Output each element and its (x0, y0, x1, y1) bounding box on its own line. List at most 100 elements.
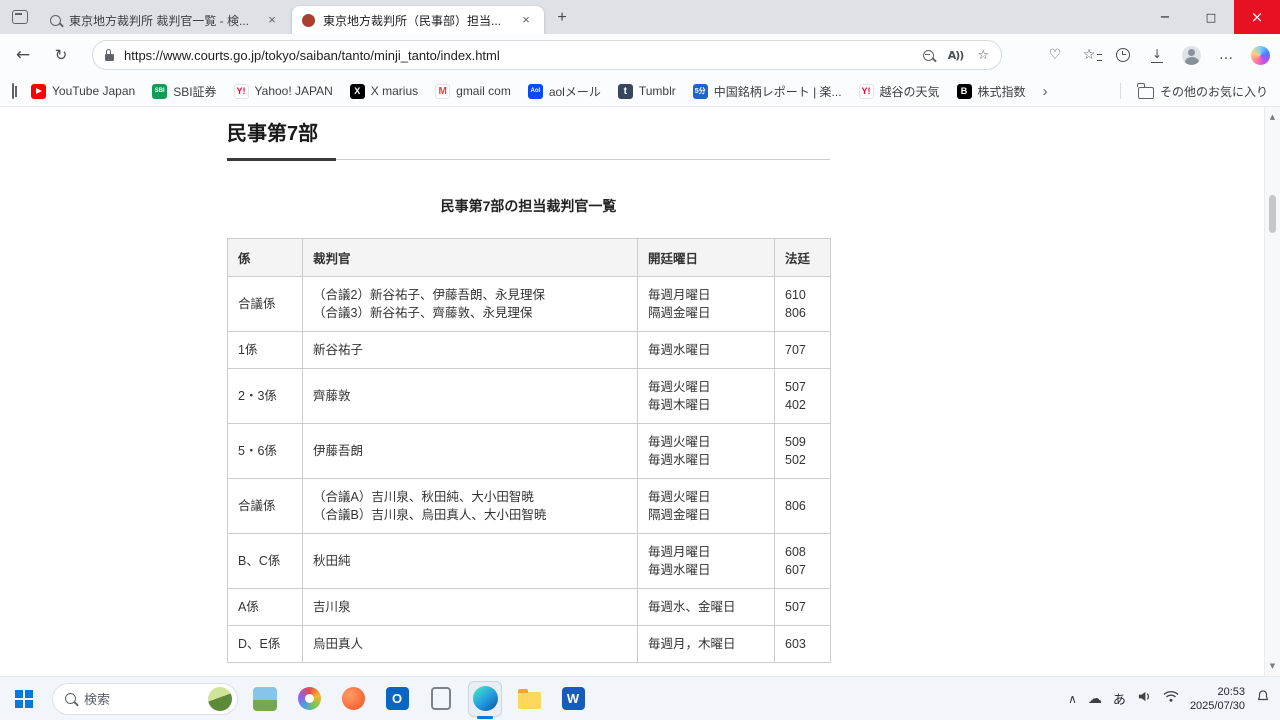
cell-judges: （合議2）新谷祐子、伊藤吾朗、永見理保 （合議3）新谷祐子、齊藤敦、永見理保 (302, 276, 638, 332)
zoom-icon[interactable] (922, 49, 934, 61)
close-button[interactable]: × (1234, 0, 1280, 34)
cell-judges: 伊藤吾朗 (302, 423, 638, 479)
youtube-icon (31, 83, 46, 99)
courts-favicon-icon (302, 13, 315, 27)
running-indicator (477, 715, 493, 719)
scrollbar-up-arrow[interactable]: ▲ (1265, 109, 1280, 125)
browser-essentials-icon[interactable]: ♡ (1046, 47, 1064, 63)
favorite-stock-index[interactable]: B 株式指数 (956, 83, 1026, 100)
volume-icon[interactable] (1137, 689, 1152, 709)
cell-courtroom: 603 (774, 625, 831, 663)
cell-days: 毎週月曜日 毎週水曜日 (637, 533, 775, 589)
copilot-gradient-icon (1251, 45, 1270, 65)
taskbar-search-box[interactable]: 検索 (52, 682, 238, 715)
table-row: A係 吉川泉 毎週水、金曜日 507 (227, 588, 831, 626)
favorites-hub-icon[interactable]: ☆ (1080, 47, 1102, 63)
lock-icon[interactable] (105, 48, 114, 61)
cell-section: 2・3係 (227, 368, 303, 424)
favorite-label: gmail com (456, 84, 511, 98)
taskbar-edge-button[interactable] (468, 680, 502, 719)
maximize-button[interactable]: □ (1188, 0, 1234, 34)
history-icon[interactable] (1114, 48, 1132, 62)
other-favorites-label: その他のお気に入り (1159, 84, 1268, 99)
taskbar-word-button[interactable]: W (556, 681, 590, 717)
new-tab-button[interactable]: + (552, 8, 572, 28)
search-highlight-image[interactable] (208, 686, 232, 711)
favorites-bar: YouTube Japan SBI SBI証券 Y! Yahoo! JAPAN … (0, 76, 1280, 107)
cell-section: 合議係 (227, 478, 303, 534)
favorite-china-report[interactable]: 5分 中国銘柄レポート | 楽... (692, 83, 842, 100)
scrollbar-thumb[interactable] (1269, 195, 1276, 233)
taskbar-clock[interactable]: 20:53 2025/07/30 (1190, 685, 1245, 713)
tumblr-icon: t (617, 83, 633, 99)
navigation-toolbar: ← ↻ https://www.courts.go.jp/tokyo/saiba… (0, 34, 1280, 76)
settings-menu-icon[interactable]: … (1217, 47, 1235, 63)
back-button[interactable]: ← (8, 41, 38, 69)
favorite-x[interactable]: X X marius (349, 83, 418, 99)
word-icon: W (561, 687, 585, 710)
clock-icon (1116, 48, 1130, 62)
taskbar-photos-button[interactable] (292, 681, 326, 717)
favorite-tumblr[interactable]: t Tumblr (617, 83, 676, 99)
judges-table: 係 裁判官 開廷曜日 法廷 合議係 （合議2）新谷祐子、伊藤吾朗、永見理保 （合議… (227, 238, 831, 663)
sidebar-toggle-button[interactable] (12, 83, 14, 99)
vertical-scrollbar[interactable]: ▲ ▼ (1264, 107, 1280, 676)
taskbar-outlook-button[interactable]: O (380, 681, 414, 717)
favorites-overflow-chevron-icon[interactable]: › (1043, 83, 1048, 100)
tab-courts-page[interactable]: 東京地方裁判所（民事部）担当... × (292, 6, 544, 34)
favorite-koshigaya-weather[interactable]: Y! 越谷の天気 (858, 83, 940, 100)
cell-judges: 烏田真人 (302, 625, 638, 663)
downloads-icon[interactable]: ↓ (1148, 47, 1166, 63)
cell-courtroom: 509 502 (774, 423, 831, 479)
url-text[interactable]: https://www.courts.go.jp/tokyo/saiban/ta… (124, 48, 913, 63)
favorite-yahoo-japan[interactable]: Y! Yahoo! JAPAN (233, 83, 333, 99)
taskbar-paint-button[interactable] (336, 681, 370, 717)
favorite-youtube[interactable]: YouTube Japan (31, 83, 135, 99)
favorite-star-icon[interactable]: ☆ (977, 48, 989, 63)
minimize-button[interactable]: − (1142, 0, 1188, 34)
taskbar-widgets-button[interactable] (248, 681, 282, 717)
refresh-button[interactable]: ↻ (46, 41, 76, 69)
tab-actions-button[interactable] (10, 9, 30, 25)
col-header-courtroom: 法廷 (774, 238, 831, 277)
file-explorer-icon (517, 688, 541, 709)
favorite-gmail[interactable]: M gmail com (435, 83, 511, 99)
favorite-aol-mail[interactable]: Aol aolメール (527, 83, 601, 100)
cell-judges: 新谷祐子 (302, 331, 638, 369)
profile-avatar[interactable] (1182, 45, 1201, 65)
onedrive-cloud-icon[interactable]: ☁ (1088, 691, 1102, 707)
favorite-sbi[interactable]: SBI SBI証券 (152, 83, 217, 100)
cell-days: 毎週火曜日 隔週金曜日 (637, 478, 775, 534)
favorite-label: 越谷の天気 (879, 84, 940, 99)
copilot-icon[interactable] (1251, 45, 1270, 65)
taskbar-phone-link-button[interactable] (424, 681, 458, 717)
address-bar[interactable]: https://www.courts.go.jp/tokyo/saiban/ta… (92, 40, 1002, 70)
favorite-label: Tumblr (638, 84, 676, 98)
cell-days: 毎週火曜日 毎週木曜日 (637, 368, 775, 424)
clock-date: 2025/07/30 (1189, 699, 1245, 712)
tab-close-icon[interactable]: × (518, 12, 534, 28)
network-wifi-icon[interactable] (1163, 690, 1179, 708)
read-aloud-icon[interactable]: A)) (948, 49, 965, 62)
tab-search-results[interactable]: 東京地方裁判所 裁判官一覧 - 検... × (40, 6, 290, 34)
table-row: D、E係 烏田真人 毎週月，木曜日 603 (227, 625, 831, 663)
system-tray: ∧ ☁ あ 20:53 2025/07/30 (1068, 685, 1274, 713)
yahoo-weather-icon: Y! (858, 83, 874, 99)
sidebar-icon (12, 83, 14, 99)
cell-section: D、E係 (227, 625, 303, 663)
start-button[interactable] (6, 681, 42, 717)
outlook-icon: O (385, 687, 409, 710)
taskbar-file-explorer-button[interactable] (512, 681, 546, 717)
report-icon: 5分 (692, 83, 708, 99)
cell-days: 毎週火曜日 毎週水曜日 (637, 423, 775, 479)
scrollbar-down-arrow[interactable]: ▼ (1265, 658, 1280, 674)
tray-overflow-chevron-icon[interactable]: ∧ (1068, 692, 1077, 706)
ime-indicator[interactable]: あ (1113, 689, 1126, 708)
address-bar-actions: A)) ☆ (922, 48, 989, 63)
favorite-label: 株式指数 (977, 84, 1026, 99)
window-controls: − □ × (1142, 0, 1280, 34)
tab-title: 東京地方裁判所 裁判官一覧 - 検... (69, 13, 250, 28)
other-favorites-button[interactable]: その他のお気に入り (1137, 83, 1268, 100)
notification-bell-icon[interactable] (1256, 689, 1270, 708)
tab-close-icon[interactable]: × (264, 12, 280, 28)
